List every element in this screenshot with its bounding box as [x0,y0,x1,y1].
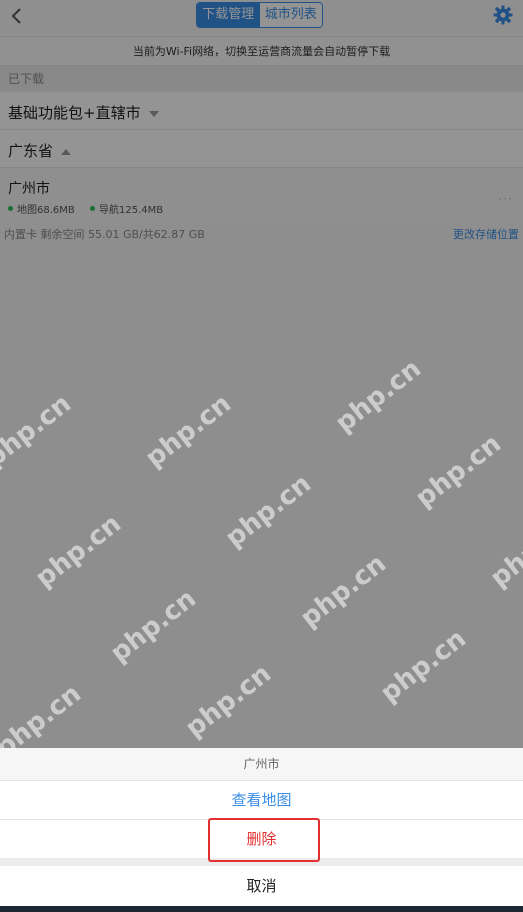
bottom-edge [0,906,523,912]
view-map-button[interactable]: 查看地图 [0,780,523,819]
action-sheet-title: 广州市 [0,748,523,780]
delete-highlight-box [208,818,320,862]
cancel-button[interactable]: 取消 [0,866,523,906]
